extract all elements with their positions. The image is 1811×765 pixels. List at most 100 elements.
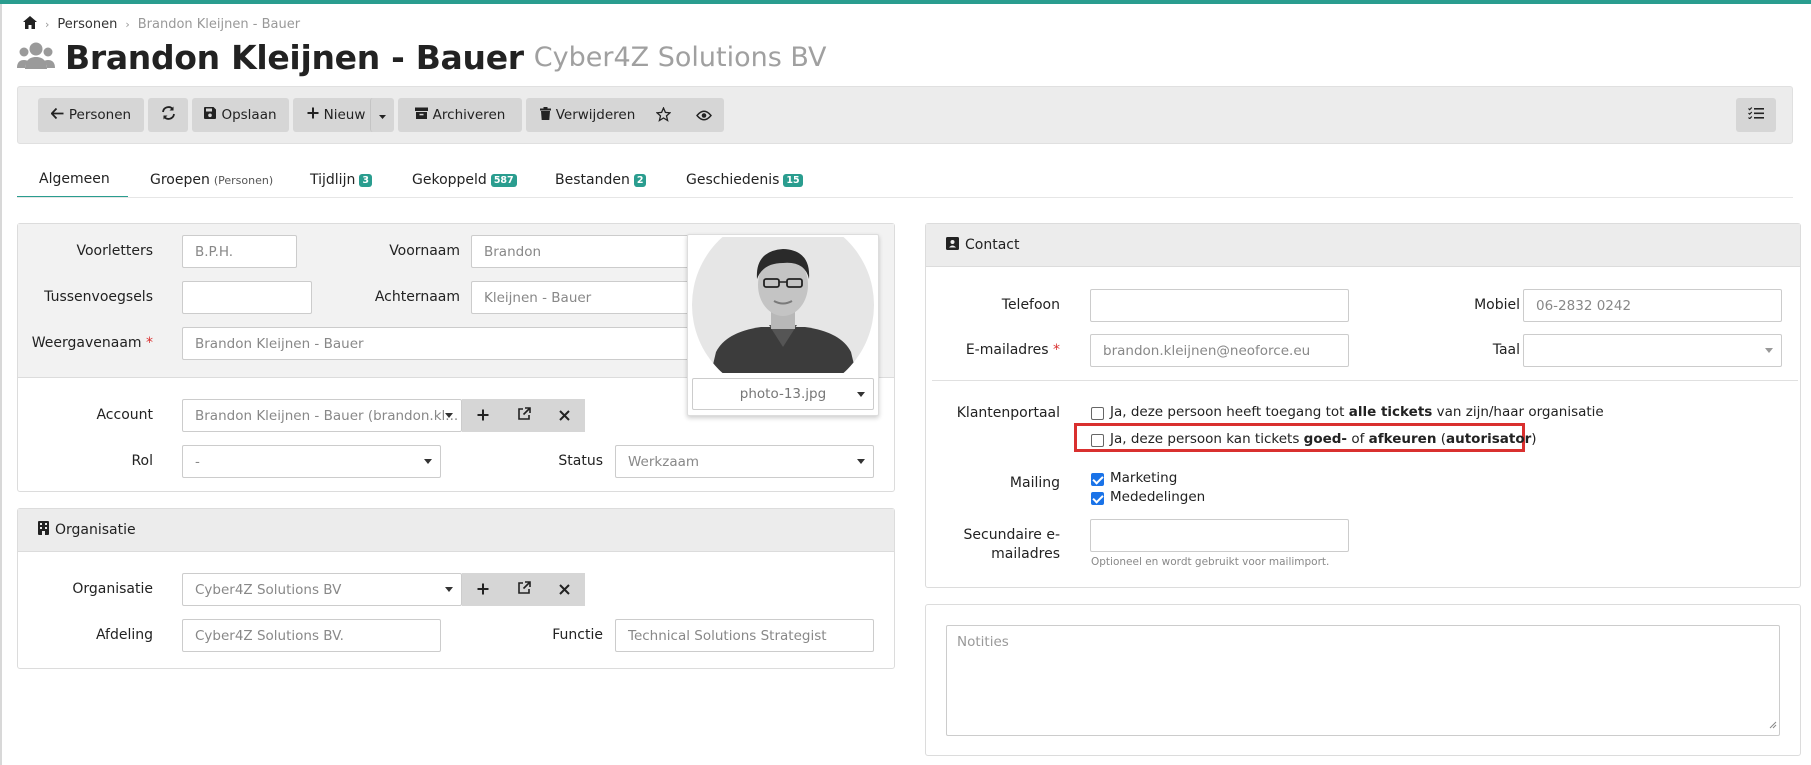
star-icon[interactable] [655, 106, 672, 126]
telefoon-input[interactable] [1090, 289, 1349, 322]
mobiel-input[interactable]: 06-2832 0242 [1523, 289, 1782, 322]
rol-select-value: - [195, 453, 200, 470]
building-icon [38, 521, 49, 539]
portal-all-tickets-checkbox[interactable] [1091, 407, 1104, 420]
eye-icon[interactable] [696, 109, 712, 125]
organisatie-select[interactable]: Cyber4Z Solutions BV [182, 573, 462, 606]
portal-opt1-text-a: Ja, deze persoon heeft toegang tot [1110, 404, 1349, 420]
mailing-marketing-label: Marketing [1110, 470, 1178, 486]
caret-down-icon [445, 587, 453, 592]
tab-groepen-label: Groepen [150, 172, 210, 188]
organisatie-select-value: Cyber4Z Solutions BV [195, 581, 342, 598]
account-add-button[interactable] [462, 399, 503, 432]
resize-handle-icon[interactable] [1769, 717, 1777, 733]
page-subtitle[interactable]: Cyber4Z Solutions BV [534, 42, 827, 73]
rol-select[interactable]: - [182, 445, 441, 478]
tab-algemeen-label: Algemeen [39, 171, 110, 187]
tab-bestanden[interactable]: Bestanden 2 [555, 162, 647, 198]
portal-all-tickets-text: Ja, deze persoon heeft toegang tot alle … [1110, 404, 1604, 420]
functie-input[interactable]: Technical Solutions Strategist [615, 619, 874, 652]
status-select-value: Werkzaam [628, 453, 700, 470]
notes-panel: Notities [925, 604, 1801, 756]
delete-button[interactable]: Verwijderen [526, 98, 649, 132]
account-clear-button[interactable] [544, 399, 585, 432]
mailing-marketing-checkbox[interactable] [1091, 473, 1104, 486]
portal-opt2-text-c: of [1347, 431, 1369, 447]
tussenvoegsels-input[interactable] [182, 281, 312, 314]
save-button[interactable]: Opslaan [192, 98, 289, 132]
photo-select[interactable]: photo-13.jpg [692, 378, 874, 410]
floppy-disk-icon [204, 107, 217, 123]
notes-textarea[interactable]: Notities [946, 625, 1780, 736]
arrow-left-icon [50, 107, 64, 123]
afdeling-input[interactable]: Cyber4Z Solutions BV. [182, 619, 441, 652]
achternaam-input[interactable]: Kleijnen - Bauer [471, 281, 690, 314]
archive-icon [414, 107, 428, 123]
taal-select[interactable] [1523, 334, 1782, 367]
required-marker: * [1053, 342, 1060, 358]
checklist-button[interactable] [1736, 98, 1776, 132]
afdeling-label: Afdeling [95, 627, 153, 643]
tab-bar-underline [17, 197, 1793, 198]
mailing-mededelingen-label: Mededelingen [1110, 489, 1206, 505]
breadcrumb: › Personen › Brandon Kleijnen - Bauer [23, 16, 300, 33]
account-open-button[interactable] [503, 399, 544, 432]
secondary-email-label-line2: mailadres [991, 546, 1060, 562]
left-edge [0, 4, 2, 765]
secondary-email-hint: Optioneel en wordt gebruikt voor mailimp… [1091, 556, 1330, 568]
new-button-label: Nieuw [323, 107, 366, 123]
achternaam-label: Achternaam [374, 289, 460, 305]
profile-photo[interactable] [691, 237, 875, 373]
refresh-button[interactable] [148, 98, 188, 132]
notes-placeholder: Notities [957, 634, 1009, 650]
email-label-text: E-mailadres [965, 342, 1049, 358]
tab-geschiedenis-badge: 15 [783, 173, 803, 187]
mailing-label: Mailing [1009, 475, 1060, 491]
portal-opt2-text-f: autorisator [1446, 431, 1532, 447]
caret-down-icon [1765, 348, 1773, 353]
archive-button[interactable]: Archiveren [398, 98, 522, 132]
portal-authorizer-checkbox[interactable] [1091, 434, 1104, 447]
account-select[interactable]: Brandon Kleijnen - Bauer (brandon.kl... [182, 399, 462, 432]
new-button[interactable]: Nieuw [293, 98, 379, 132]
organisation-panel: Organisatie Organisatie Cyber4Z Solution… [17, 508, 895, 669]
photo-card: photo-13.jpg [687, 234, 879, 416]
organisation-add-button[interactable] [462, 573, 503, 606]
tab-groepen[interactable]: Groepen (Personen) [150, 162, 273, 198]
mailing-mededelingen-checkbox[interactable] [1091, 492, 1104, 505]
voorletters-input[interactable]: B.P.H. [182, 235, 297, 268]
portal-opt2-text-a: Ja, deze persoon kan tickets [1110, 431, 1304, 447]
tab-gekoppeld[interactable]: Gekoppeld 587 [412, 162, 517, 198]
voornaam-input[interactable]: Brandon [471, 235, 690, 268]
caret-down-icon [857, 392, 865, 397]
tab-bestanden-badge: 2 [633, 173, 647, 187]
organisation-open-button[interactable] [503, 573, 544, 606]
toolbar: Personen Opslaan Nieuw Archiveren Verwij… [17, 86, 1793, 144]
delete-button-label: Verwijderen [555, 107, 636, 123]
tab-geschiedenis[interactable]: Geschiedenis 15 [686, 162, 803, 198]
new-dropdown-toggle[interactable] [370, 98, 394, 132]
tab-tijdlijn[interactable]: Tijdlijn 3 [310, 162, 372, 198]
favorite-watch-group [644, 98, 724, 132]
close-icon [559, 580, 570, 599]
back-to-personen-button[interactable]: Personen [38, 98, 144, 132]
status-select[interactable]: Werkzaam [615, 445, 874, 478]
secondary-email-label-line1: Secundaire e- [963, 527, 1060, 543]
caret-down-icon [445, 413, 453, 418]
top-accent-bar [0, 0, 1811, 4]
weergavenaam-input[interactable]: Brandon Kleijnen - Bauer [182, 327, 690, 360]
breadcrumb-separator: › [45, 18, 50, 31]
tab-algemeen[interactable]: Algemeen [17, 162, 128, 198]
tab-tijdlijn-label: Tijdlijn [310, 172, 356, 188]
required-marker: * [146, 335, 153, 351]
secondary-email-label: Secundaire e- mailadres [926, 526, 1060, 564]
checklist-icon [1748, 107, 1764, 123]
page-title: Brandon Kleijnen - Bauer [65, 38, 524, 77]
email-input[interactable]: brandon.kleijnen@neoforce.eu [1090, 334, 1349, 367]
plus-icon [477, 580, 489, 599]
home-icon[interactable] [23, 16, 37, 33]
secondary-email-input[interactable] [1090, 519, 1349, 552]
account-select-value: Brandon Kleijnen - Bauer (brandon.kl... [195, 407, 459, 424]
organisation-clear-button[interactable] [544, 573, 585, 606]
breadcrumb-personen[interactable]: Personen [57, 17, 117, 32]
